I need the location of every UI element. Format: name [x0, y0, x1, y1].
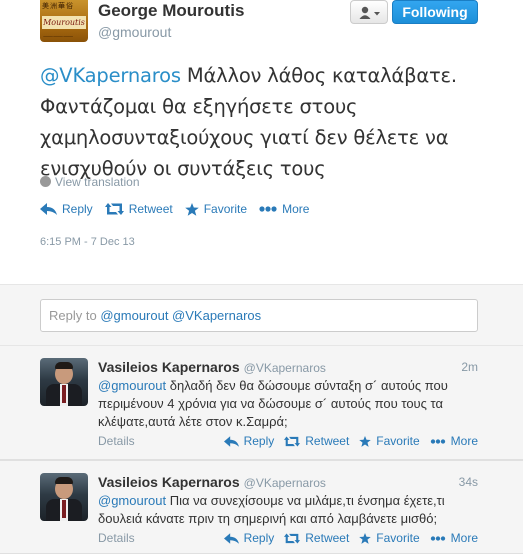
retweet-button[interactable]: Retweet	[284, 531, 349, 545]
reply-input[interactable]: Reply to @gmourout @VKapernaros	[40, 299, 478, 332]
retweet-icon	[284, 532, 301, 544]
more-button[interactable]: More	[430, 434, 478, 448]
user-actions-button[interactable]	[350, 0, 388, 24]
star-icon	[184, 202, 199, 216]
retweet-icon	[104, 203, 124, 215]
more-button[interactable]: More	[430, 531, 478, 545]
reply-tweet: Vasileios Kapernaros @VKapernaros 34s @gm…	[0, 460, 523, 554]
reply-time[interactable]: 2m	[461, 360, 478, 374]
author-handle[interactable]: @gmourout	[98, 24, 171, 40]
reply-avatar[interactable]	[40, 473, 88, 521]
avatar-cjk-text: 美洲華俗	[42, 3, 74, 10]
retweet-button[interactable]: Retweet	[104, 202, 173, 216]
reply-label: Reply	[62, 202, 93, 216]
user-dropdown-icon	[359, 6, 380, 19]
details-link[interactable]: Details	[98, 434, 135, 448]
globe-icon	[40, 176, 51, 187]
reply-author-handle: @VKapernaros	[243, 476, 326, 490]
reply-icon	[223, 435, 239, 447]
star-icon	[359, 435, 372, 447]
more-dots-icon	[430, 535, 445, 541]
more-button[interactable]: More	[259, 202, 309, 216]
favorite-button[interactable]: Favorite	[184, 202, 248, 216]
view-translation-link[interactable]: View translation	[40, 175, 140, 189]
more-label: More	[450, 531, 478, 545]
reply-avatar[interactable]	[40, 358, 88, 406]
reply-author[interactable]: Vasileios Kapernaros @VKapernaros	[98, 359, 326, 375]
details-link[interactable]: Details	[98, 531, 135, 545]
tweet-timestamp[interactable]: 6:15 PM - 7 Dec 13	[40, 236, 135, 248]
reply-icon	[40, 203, 57, 215]
retweet-label: Retweet	[128, 202, 173, 216]
retweet-button[interactable]: Retweet	[284, 434, 349, 448]
tweet-text: @VKapernaros Μάλλον λάθος καταλάβατε. Φα…	[40, 60, 500, 184]
reply-author[interactable]: Vasileios Kapernaros @VKapernaros	[98, 474, 326, 490]
reply-icon	[223, 532, 239, 544]
more-dots-icon	[430, 438, 445, 444]
reply-button[interactable]: Reply	[223, 434, 275, 448]
reply-author-handle: @VKapernaros	[243, 361, 326, 375]
reply-actions: Reply Retweet Favorite More	[214, 434, 478, 448]
main-tweet: 美洲華俗 Mouroutis ⸺⸺⸺ George Mouroutis @gmo…	[0, 0, 523, 284]
favorite-label: Favorite	[203, 202, 248, 216]
reply-actions: Reply Retweet Favorite More	[214, 531, 478, 545]
more-label: More	[450, 434, 478, 448]
more-label: More	[282, 202, 310, 216]
reply-prefix: Reply to	[49, 308, 97, 323]
following-button[interactable]: Following	[392, 0, 478, 24]
avatar-brand-text: Mouroutis	[42, 16, 86, 29]
view-translation-label: View translation	[55, 175, 140, 189]
reply-mentions: @gmourout @VKapernaros	[100, 308, 262, 323]
reply-mention[interactable]: @gmourout	[98, 378, 166, 393]
star-icon	[359, 532, 372, 544]
author-avatar[interactable]: 美洲華俗 Mouroutis ⸺⸺⸺	[40, 0, 88, 42]
favorite-label: Favorite	[376, 531, 420, 545]
avatar-sub-text: ⸺⸺⸺	[43, 34, 74, 40]
reply-time[interactable]: 34s	[459, 475, 478, 489]
reply-tweet: Vasileios Kapernaros @VKapernaros 2m @gmo…	[0, 346, 523, 460]
reply-text: @gmourout Πια να συνεχίσουμε να μιλάμε,τ…	[98, 492, 483, 528]
reply-button[interactable]: Reply	[40, 202, 93, 216]
reply-author-name: Vasileios Kapernaros	[98, 474, 240, 490]
tweet-actions: Reply Retweet Favorite More	[40, 202, 321, 216]
reply-label: Reply	[243, 434, 275, 448]
author-name[interactable]: George Mouroutis	[98, 1, 244, 21]
retweet-label: Retweet	[305, 434, 350, 448]
favorite-button[interactable]: Favorite	[359, 434, 420, 448]
retweet-label: Retweet	[305, 531, 350, 545]
reply-label: Reply	[243, 531, 275, 545]
favorite-label: Favorite	[376, 434, 420, 448]
reply-mention[interactable]: @gmourout	[98, 493, 166, 508]
reply-text: @gmourout δηλαδή δεν θα δώσουμε σύνταξη …	[98, 377, 483, 431]
retweet-icon	[284, 435, 301, 447]
reply-button[interactable]: Reply	[223, 531, 275, 545]
tweet-mention[interactable]: @VKapernaros	[40, 64, 181, 87]
reply-area: Reply to @gmourout @VKapernaros	[0, 284, 523, 346]
more-dots-icon	[259, 206, 277, 212]
reply-author-name: Vasileios Kapernaros	[98, 359, 240, 375]
favorite-button[interactable]: Favorite	[359, 531, 420, 545]
